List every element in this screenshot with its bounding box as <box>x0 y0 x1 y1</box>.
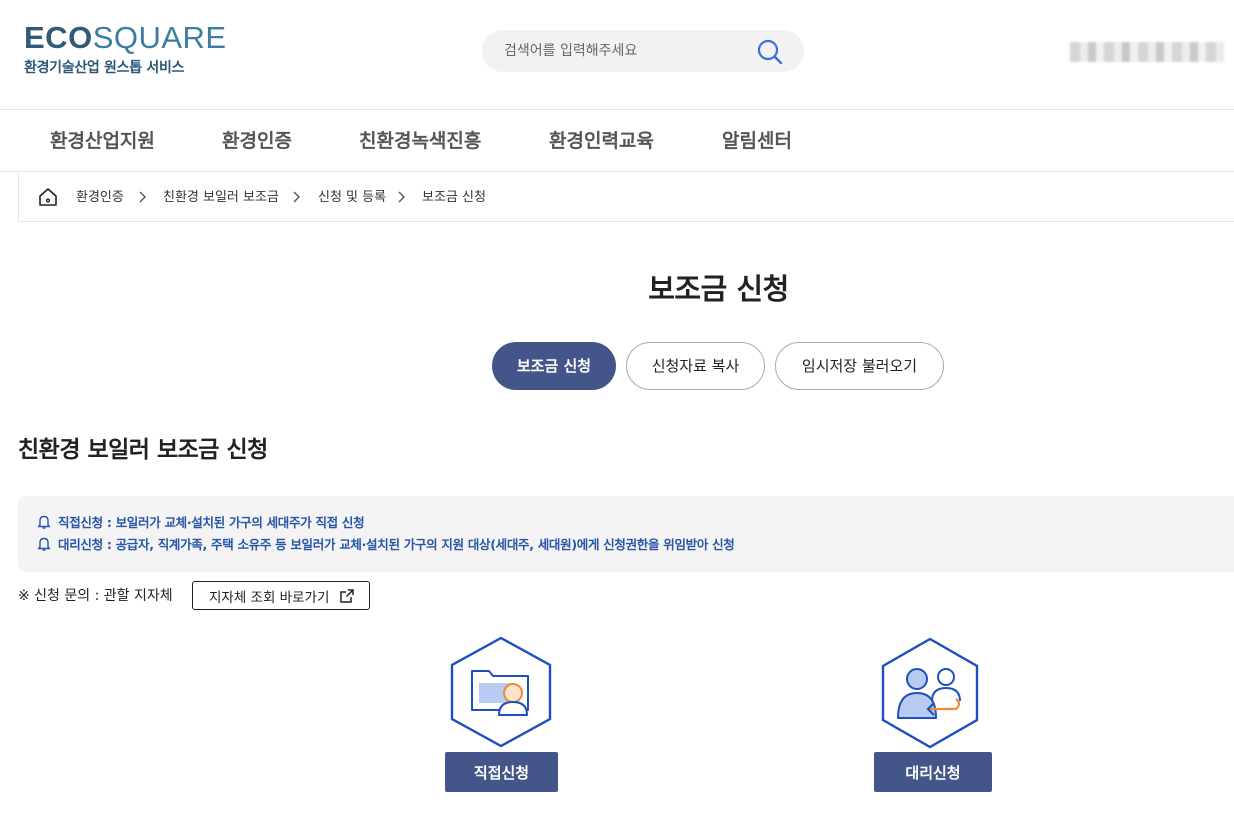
breadcrumb-item-env-certification[interactable]: 환경인증 <box>76 173 124 222</box>
notice-proxy-text: 대리신청 : 공급자, 직계가족, 주택 소유주 등 보일러가 교체·설치된 가… <box>58 537 735 552</box>
gnb-item-notice-center[interactable]: 알림센터 <box>722 110 792 172</box>
site-header: ECOSQUARE 환경기술산업 원스톱 서비스 <box>0 0 1234 110</box>
tab-subsidy-apply[interactable]: 보조금 신청 <box>492 342 616 390</box>
gnb-item-industry-support[interactable]: 환경산업지원 <box>50 110 155 172</box>
home-icon[interactable] <box>37 186 59 208</box>
gnb-item-green-promotion[interactable]: 친환경녹색진흥 <box>359 110 481 172</box>
direct-apply-hex-icon[interactable] <box>449 636 553 748</box>
tab-load-temp-save[interactable]: 임시저장 불러오기 <box>775 342 944 390</box>
inquiry-text: ※ 신청 문의 : 관할 지자체 <box>18 588 173 604</box>
notice-proxy: 대리신청 : 공급자, 직계가족, 주택 소유주 등 보일러가 교체·설치된 가… <box>36 535 735 555</box>
main-navigation: 환경산업지원 환경인증 친환경녹색진흥 환경인력교육 알림센터 <box>0 110 1234 172</box>
search-icon <box>757 39 783 65</box>
chevron-right-icon <box>293 191 300 203</box>
external-link-icon <box>340 589 354 603</box>
chevron-right-icon <box>139 191 146 203</box>
proxy-apply-button[interactable]: 대리신청 <box>874 752 992 792</box>
gnb-item-env-education[interactable]: 환경인력교육 <box>549 110 654 172</box>
notice-box: 직접신청 : 보일러가 교체·설치된 가구의 세대주가 직접 신청 대리신청 :… <box>18 496 1234 572</box>
logo-eco: ECO <box>24 20 93 55</box>
tab-copy-application[interactable]: 신청자료 복사 <box>626 342 765 390</box>
chevron-right-icon <box>398 191 405 203</box>
user-info-blurred <box>1070 42 1224 62</box>
site-logo[interactable]: ECOSQUARE 환경기술산업 원스톱 서비스 <box>24 22 227 77</box>
search-input[interactable] <box>504 30 744 72</box>
notice-direct-text: 직접신청 : 보일러가 교체·설치된 가구의 세대주가 직접 신청 <box>58 515 365 530</box>
gnb-item-env-certification[interactable]: 환경인증 <box>222 110 292 172</box>
breadcrumb-item-apply-register[interactable]: 신청 및 등록 <box>318 173 386 222</box>
local-gov-lookup-button[interactable]: 지자체 조회 바로가기 <box>192 581 370 610</box>
logo-subtitle: 환경기술산업 원스톱 서비스 <box>24 60 185 76</box>
proxy-apply-hex-icon[interactable] <box>880 637 980 749</box>
section-title: 친환경 보일러 보조금 신청 <box>18 437 268 463</box>
bell-icon <box>37 515 51 529</box>
breadcrumb: 환경인증 친환경 보일러 보조금 신청 및 등록 보조금 신청 <box>18 173 1234 222</box>
local-gov-lookup-label: 지자체 조회 바로가기 <box>209 589 330 606</box>
breadcrumb-item-subsidy-apply[interactable]: 보조금 신청 <box>422 173 486 222</box>
search-box <box>482 30 804 72</box>
page-title: 보조금 신청 <box>648 272 789 306</box>
logo-square: SQUARE <box>92 20 227 55</box>
logo-wordmark: ECOSQUARE <box>24 22 227 54</box>
direct-apply-button[interactable]: 직접신청 <box>445 752 558 792</box>
breadcrumb-item-boiler-subsidy[interactable]: 친환경 보일러 보조금 <box>163 173 279 222</box>
search-button[interactable] <box>756 38 784 66</box>
notice-direct: 직접신청 : 보일러가 교체·설치된 가구의 세대주가 직접 신청 <box>36 513 365 533</box>
bell-icon <box>37 537 51 551</box>
